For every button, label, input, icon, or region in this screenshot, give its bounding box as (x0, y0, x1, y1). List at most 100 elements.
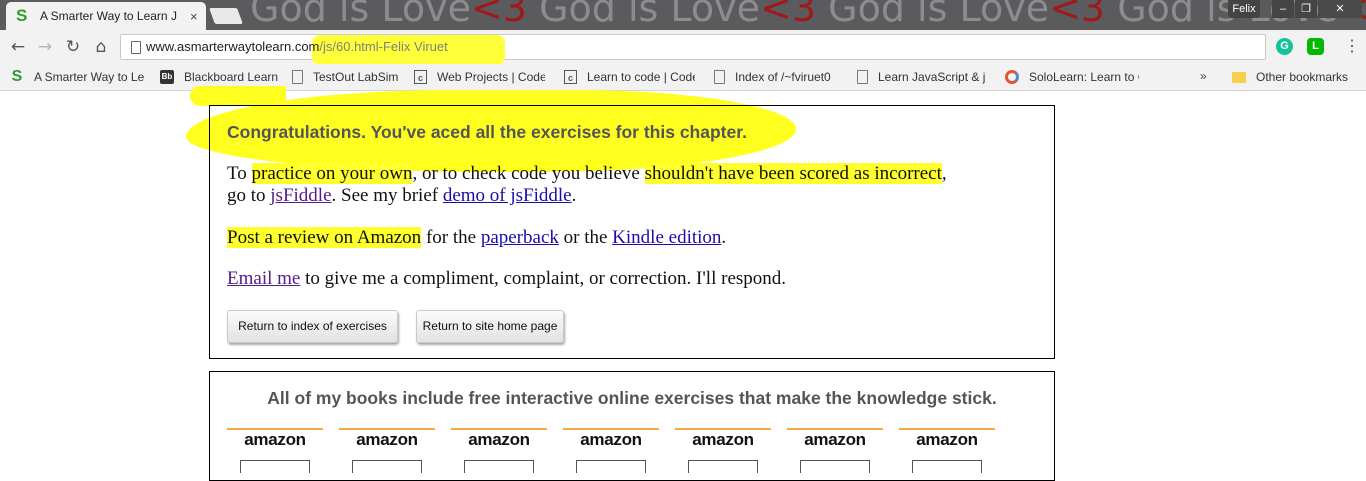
text: , or to check code you believe (412, 163, 645, 184)
bookmarks-overflow-button[interactable]: » (1200, 69, 1207, 83)
bookmark-item[interactable]: c Learn to code | Code (564, 68, 695, 86)
close-window-button[interactable]: ✕ (1318, 0, 1362, 18)
text: . See my brief (331, 185, 443, 206)
book-cover (800, 460, 870, 473)
email-paragraph: Email me to give me a compliment, compla… (227, 268, 786, 290)
bookmark-item[interactable]: c Web Projects | Code (414, 68, 545, 86)
theme-background-text: God is Love<3 God is Love<3 God is Love<… (250, 0, 1366, 30)
tab-title: A Smarter Way to Learn J (40, 9, 177, 23)
line-icon[interactable]: L (1307, 38, 1324, 55)
return-to-home-button[interactable]: Return to site home page (416, 310, 564, 343)
bookmark-item[interactable]: Bb Blackboard Learn (160, 68, 278, 86)
document-icon (292, 70, 303, 84)
congrats-heading: Congratulations. You've aced all the exe… (227, 122, 747, 142)
bookmark-item[interactable]: Index of /~fviruet0 (714, 68, 831, 86)
bookmark-item[interactable]: TestOut LabSim (292, 68, 398, 86)
tab-active[interactable]: S A Smarter Way to Learn J × (6, 2, 206, 30)
tab-close-icon[interactable]: × (190, 9, 198, 24)
theme-heart-text: <3 (470, 0, 527, 30)
bookmark-label: SoloLearn: Learn to C (1029, 70, 1139, 84)
highlight-scribble-tail (190, 86, 286, 106)
codecademy-icon: c (414, 70, 427, 84)
amazon-book-link[interactable]: amazon (899, 428, 995, 473)
amazon-logo: amazon (804, 430, 866, 449)
text: for the (421, 227, 481, 248)
bookmark-label: Index of /~fviruet0 (735, 70, 831, 84)
bookmark-label: TestOut LabSim (313, 70, 399, 84)
bookmark-label: A Smarter Way to Le (34, 70, 144, 84)
theme-heart-text: <3 (1049, 0, 1106, 30)
book-cover (576, 460, 646, 473)
text: to give me a compliment, complaint, or c… (300, 268, 787, 289)
practice-paragraph: To practice on your own, or to check cod… (227, 163, 947, 185)
url-text[interactable]: www.asmarterwaytolearn.com/js/60.html-Fe… (146, 39, 448, 54)
bookmark-item[interactable]: SoloLearn: Learn to C (1005, 68, 1139, 86)
title-bar: God is Love<3 God is Love<3 God is Love<… (0, 0, 1366, 30)
highlight-incorrect: shouldn't have been scored as incorrect (644, 163, 942, 184)
theme-word-text: God is Love (250, 0, 471, 30)
reload-button[interactable]: ↻ (63, 37, 83, 57)
theme-heart-text: <3 (760, 0, 817, 30)
text: , (941, 163, 947, 184)
highlight-practice: practice on your own (251, 163, 413, 184)
minimize-button[interactable]: – (1272, 0, 1294, 18)
folder-icon (1232, 71, 1246, 83)
sololearn-icon (1005, 70, 1019, 84)
return-to-index-button[interactable]: Return to index of exercises (227, 310, 398, 343)
new-tab-button[interactable] (209, 8, 243, 24)
bookmark-item[interactable]: S A Smarter Way to Le (10, 68, 144, 86)
amazon-logo: amazon (356, 430, 418, 449)
url-domain: www.asmarterwaytolearn.com (146, 39, 320, 54)
bookmark-label: Blackboard Learn (184, 70, 279, 84)
review-paragraph: Post a review on Amazon for the paperbac… (227, 227, 726, 249)
codecademy-icon: c (564, 70, 577, 84)
amazon-logo: amazon (916, 430, 978, 449)
email-me-link[interactable]: Email me (227, 268, 300, 289)
text: or the (558, 227, 613, 248)
amazon-logo: amazon (692, 430, 754, 449)
browser-menu-button[interactable]: ⋮ (1344, 36, 1360, 56)
profile-button[interactable]: Felix (1228, 0, 1260, 18)
highlight-review: Post a review on Amazon (227, 227, 422, 248)
smarter-way-favicon-icon: S (16, 6, 28, 25)
book-cover (352, 460, 422, 473)
home-button[interactable]: ⌂ (91, 37, 111, 57)
smarter-way-icon: S (11, 68, 23, 85)
amazon-logo: amazon (244, 430, 306, 449)
amazon-book-link[interactable]: amazon (787, 428, 883, 473)
restore-button[interactable]: ❐ (1295, 0, 1317, 18)
books-heading: All of my books include free interactive… (267, 388, 997, 408)
amazon-logo: amazon (468, 430, 530, 449)
bookmark-label: Learn JavaScript & jQ (878, 70, 986, 84)
book-cover (912, 460, 982, 473)
amazon-book-link[interactable]: amazon (339, 428, 435, 473)
bookmark-other[interactable]: Other bookmarks (1232, 68, 1348, 86)
bookmark-label: Web Projects | Code (437, 70, 545, 84)
url-path: /js/60.html-Felix Viruet (319, 39, 448, 54)
amazon-book-link[interactable]: amazon (451, 428, 547, 473)
bookmark-label: Learn to code | Code (587, 70, 695, 84)
amazon-book-link[interactable]: amazon (227, 428, 323, 473)
amazon-book-link[interactable]: amazon (563, 428, 659, 473)
jsfiddle-link[interactable]: jsFiddle (270, 185, 331, 206)
text: To (227, 163, 252, 184)
kindle-edition-link[interactable]: Kindle edition (612, 227, 721, 248)
practice-paragraph-line2: go to jsFiddle. See my brief demo of jsF… (227, 185, 576, 207)
text: . (721, 227, 727, 248)
blackboard-icon: Bb (160, 70, 174, 84)
amazon-book-link[interactable]: amazon (675, 428, 771, 473)
document-icon (857, 70, 868, 84)
grammarly-icon[interactable]: G (1276, 38, 1293, 55)
bookmark-item[interactable]: Learn JavaScript & jQ (857, 68, 986, 86)
demo-jsfiddle-link[interactable]: demo of jsFiddle (443, 185, 572, 206)
back-button[interactable]: ← (8, 37, 28, 57)
amazon-logo: amazon (580, 430, 642, 449)
page-info-icon[interactable] (131, 41, 141, 54)
theme-word-text: God is Love (526, 0, 761, 30)
book-cover (464, 460, 534, 473)
text: . (571, 185, 577, 206)
forward-button[interactable]: → (35, 37, 55, 57)
paperback-link[interactable]: paperback (481, 227, 559, 248)
text: go to (227, 185, 271, 206)
theme-word-text: God is Love (816, 0, 1050, 30)
